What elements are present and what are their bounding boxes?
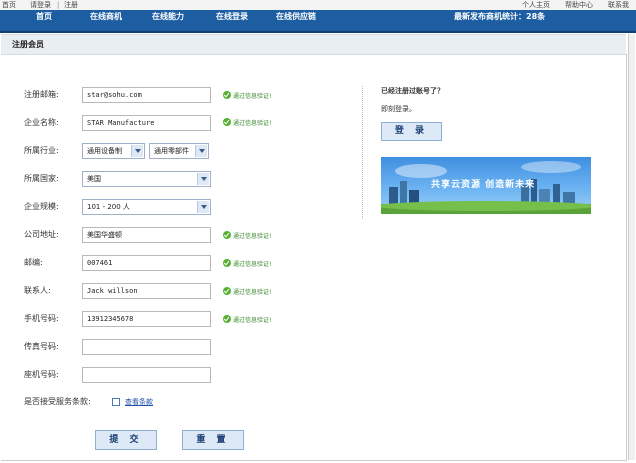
- terms-checkbox[interactable]: [112, 398, 120, 406]
- nav-stats: 最新发布商机统计：28条: [454, 12, 546, 21]
- zip-code-field[interactable]: 007461: [82, 255, 211, 271]
- terms-label: 是否接受服务条款:: [24, 397, 91, 406]
- view-terms-link[interactable]: 查看条款: [125, 397, 153, 407]
- landline-field[interactable]: [82, 367, 211, 383]
- login-box-title: 已经注册过账号了？: [381, 87, 444, 95]
- email-verify-status: 通过信息验证!: [223, 91, 271, 102]
- top-utility-bar: 首页 请登录 | 注册 个人主页 帮助中心 联系我: [0, 0, 636, 10]
- country-select[interactable]: 美国: [82, 171, 211, 187]
- address-verify-status: 通过信息验证!: [223, 231, 271, 242]
- company-verify-status: 通过信息验证!: [223, 118, 271, 129]
- check-icon: [223, 118, 231, 126]
- chevron-down-icon: [131, 145, 143, 157]
- fax-field[interactable]: [82, 339, 211, 355]
- nav-item-login[interactable]: 在线登录: [216, 10, 248, 24]
- login-button[interactable]: 登 录: [381, 122, 442, 141]
- reset-button[interactable]: 重 置: [182, 430, 244, 450]
- nav-item-home[interactable]: 首页: [36, 10, 52, 24]
- column-divider: [362, 86, 363, 219]
- email-label: 注册邮箱:: [24, 90, 59, 99]
- page-title: 注册会员: [12, 40, 44, 49]
- industry-label: 所属行业:: [24, 146, 59, 155]
- register-link[interactable]: 注册: [64, 0, 78, 10]
- mobile-label: 手机号码:: [24, 314, 59, 323]
- banner-slogan: 共享云资源 创造新未来: [431, 180, 536, 190]
- address-field[interactable]: 美国华盛顿: [82, 227, 211, 243]
- personal-home-link[interactable]: 个人主页: [522, 0, 550, 10]
- country-label: 所属国家:: [24, 174, 59, 183]
- chevron-down-icon: [195, 145, 207, 157]
- home-link[interactable]: 首页: [2, 0, 16, 10]
- nav-item-opportunities[interactable]: 在线商机: [90, 10, 122, 24]
- check-icon: [223, 231, 231, 239]
- check-icon: [223, 259, 231, 267]
- nav-item-capability[interactable]: 在线能力: [152, 10, 184, 24]
- check-icon: [223, 91, 231, 99]
- contact-link[interactable]: 联系我: [608, 0, 629, 10]
- login-box-subtitle: 即刻登录。: [381, 105, 416, 113]
- industry-select-2[interactable]: 通用零部件: [149, 143, 209, 159]
- check-icon: [223, 287, 231, 295]
- submit-button[interactable]: 提 交: [95, 430, 157, 450]
- help-center-link[interactable]: 帮助中心: [565, 0, 593, 10]
- email-field[interactable]: star@sohu.com: [82, 87, 211, 103]
- main-nav-bar: 首页 在线商机 在线能力 在线登录 在线供应链 最新发布商机统计：28条: [0, 10, 636, 33]
- separator: |: [57, 1, 60, 9]
- nav-item-supply-chain[interactable]: 在线供应链: [276, 10, 316, 24]
- chevron-down-icon: [197, 201, 209, 213]
- vertical-scrollbar[interactable]: [628, 34, 635, 460]
- zip-verify-status: 通过信息验证!: [223, 259, 271, 270]
- contact-label: 联系人:: [24, 286, 51, 295]
- company-name-field[interactable]: STAR Manufacture: [82, 115, 211, 131]
- mobile-field[interactable]: 13912345678: [82, 311, 211, 327]
- fax-label: 传真号码:: [24, 342, 59, 351]
- chevron-down-icon: [197, 173, 209, 185]
- mobile-verify-status: 通过信息验证!: [223, 315, 271, 326]
- company-label: 企业名称:: [24, 118, 59, 127]
- zip-label: 邮编:: [24, 258, 43, 267]
- login-link[interactable]: 请登录: [30, 0, 51, 10]
- promo-banner[interactable]: 共享云资源 创造新未来: [381, 157, 591, 214]
- phone-label: 座机号码:: [24, 370, 59, 379]
- industry-select-1[interactable]: 通用设备制: [82, 143, 145, 159]
- address-label: 公司地址:: [24, 230, 59, 239]
- scale-label: 企业规模:: [24, 202, 59, 211]
- panel-title-bar: 注册会员: [1, 34, 626, 55]
- check-icon: [223, 315, 231, 323]
- company-scale-select[interactable]: 101 - 200 人: [82, 199, 211, 215]
- contact-person-field[interactable]: Jack willson: [82, 283, 211, 299]
- contact-verify-status: 通过信息验证!: [223, 287, 271, 298]
